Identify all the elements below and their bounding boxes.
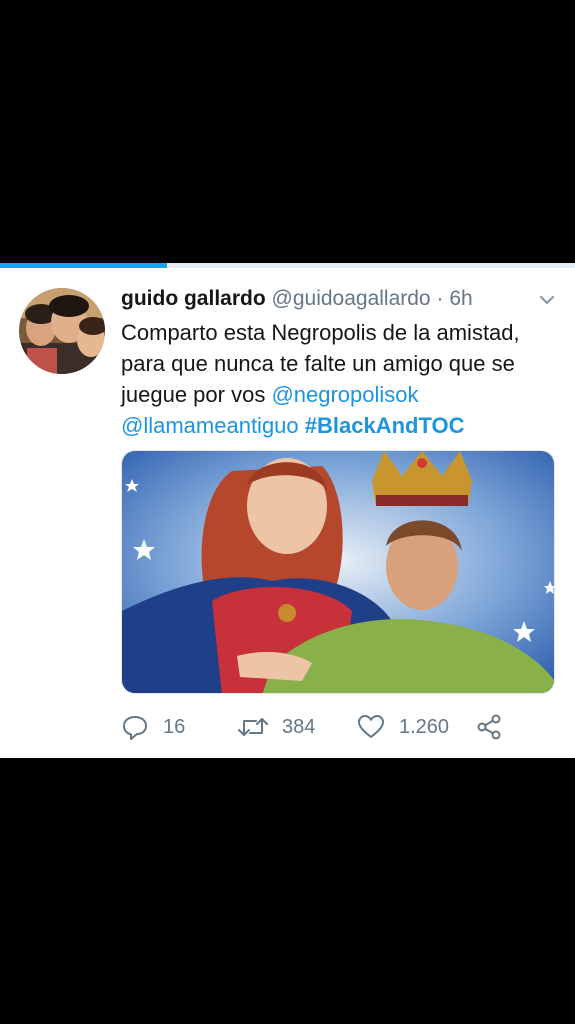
reply-button[interactable]: 16 xyxy=(121,712,185,742)
tweet-actions: 16 384 1.260 xyxy=(121,712,541,742)
hashtag-link[interactable]: #BlackAndTOC xyxy=(305,413,465,438)
share-button[interactable] xyxy=(475,712,503,742)
tweet-card[interactable]: guido gallardo @guidoagallardo · 6h Comp… xyxy=(0,268,575,758)
attached-image-icon xyxy=(122,451,554,693)
reply-icon xyxy=(123,716,147,740)
separator-dot: · xyxy=(436,287,444,310)
display-name[interactable]: guido gallardo xyxy=(121,287,266,310)
like-button[interactable]: 1.260 xyxy=(357,712,449,742)
retweet-button[interactable]: 384 xyxy=(238,712,315,742)
share-icon xyxy=(477,714,501,740)
timestamp[interactable]: 6h xyxy=(449,287,472,310)
tweet-header: guido gallardo @guidoagallardo · 6h xyxy=(121,286,521,312)
chevron-down-icon[interactable] xyxy=(537,292,557,308)
heart-icon xyxy=(358,715,384,738)
mention-link[interactable]: @llamameantiguo xyxy=(121,413,299,438)
mention-link[interactable]: @negropolisok xyxy=(271,382,418,407)
retweet-icon xyxy=(238,718,268,736)
user-handle[interactable]: @guidoagallardo xyxy=(272,287,431,310)
reply-count: 16 xyxy=(163,715,186,738)
like-count: 1.260 xyxy=(399,715,450,738)
avatar-photo-icon xyxy=(19,288,105,374)
avatar[interactable] xyxy=(19,288,105,374)
screen: guido gallardo @guidoagallardo · 6h Comp… xyxy=(0,0,575,1024)
tweet-media[interactable] xyxy=(121,450,555,694)
tweet-text: Comparto esta Negropolis de la amistad, … xyxy=(121,317,561,441)
retweet-count: 384 xyxy=(282,715,316,738)
